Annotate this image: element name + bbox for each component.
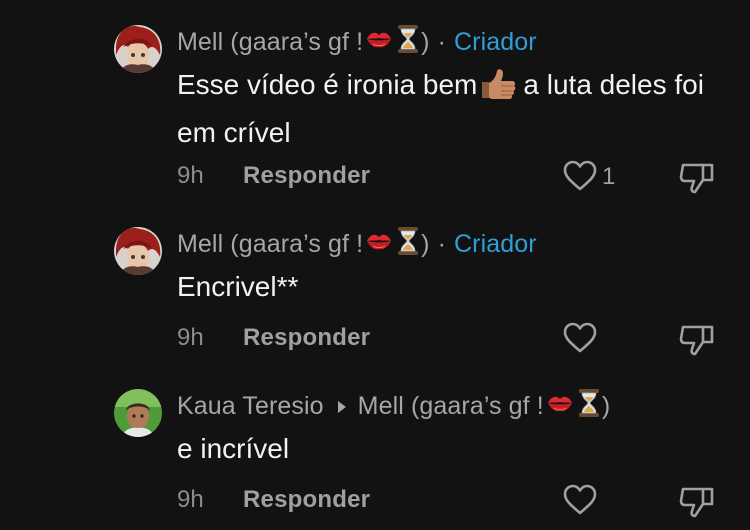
hourglass-icon <box>397 24 419 61</box>
separator-dot: · <box>437 28 447 56</box>
kiss-mark-icon <box>365 27 393 58</box>
reply-button[interactable]: Responder <box>243 162 370 190</box>
comment-text: e incrível <box>177 433 290 464</box>
comment-actions: 9h Responder <box>177 484 717 518</box>
hourglass-icon <box>397 226 419 263</box>
kiss-mark-icon <box>546 391 574 422</box>
dislike-button[interactable] <box>679 484 715 520</box>
dislike-button[interactable] <box>679 322 715 358</box>
avatar[interactable] <box>114 389 162 437</box>
comment-header: Kaua Teresio Mell (gaara’s gf ! ) <box>177 388 610 425</box>
like-button[interactable] <box>562 160 598 192</box>
creator-badge: Criador <box>454 28 537 56</box>
separator-dot: · <box>437 230 447 258</box>
reply-to-arrow-icon <box>337 400 346 413</box>
comment-actions: 9h Responder <box>177 322 717 356</box>
reply-button[interactable]: Responder <box>243 486 370 514</box>
author-name[interactable]: Mell (gaara’s gf ! <box>177 28 363 57</box>
timestamp: 9h <box>177 486 204 513</box>
comment-actions: 9h Responder 1 <box>177 160 717 194</box>
thumbs-down-icon <box>679 487 714 518</box>
timestamp: 9h <box>177 162 204 189</box>
like-button[interactable] <box>562 484 598 516</box>
comment-thread: Mell (gaara’s gf ! ) · Criador Esse víde… <box>0 0 750 530</box>
kiss-mark-icon <box>365 229 393 260</box>
hourglass-icon <box>578 388 600 425</box>
comment-text-part: Esse vídeo é ironia bem <box>177 69 478 100</box>
author-name-suffix: ) <box>421 28 430 56</box>
thumbs-down-icon <box>679 325 714 356</box>
like-button[interactable] <box>562 322 598 354</box>
heart-icon <box>563 160 597 191</box>
author-name-suffix: ) <box>421 230 430 258</box>
comment-header: Mell (gaara’s gf ! ) · Criador <box>177 24 537 61</box>
like-count: 1 <box>602 163 616 190</box>
creator-badge: Criador <box>454 230 537 258</box>
thumbs-up-icon <box>479 68 517 112</box>
comment-text: Esse vídeo é ironia bem a luta deles foi … <box>177 64 737 154</box>
timestamp: 9h <box>177 324 204 351</box>
dislike-button[interactable] <box>679 160 715 196</box>
author-name[interactable]: Kaua Teresio <box>177 392 324 421</box>
comment-text: Encrivel** <box>177 271 299 302</box>
avatar[interactable] <box>114 227 162 275</box>
avatar[interactable] <box>114 25 162 73</box>
heart-icon <box>563 322 597 353</box>
heart-icon <box>563 484 597 515</box>
comment-header: Mell (gaara’s gf ! ) · Criador <box>177 226 537 263</box>
thumbs-down-icon <box>679 163 714 194</box>
reply-to-name-suffix: ) <box>601 392 611 420</box>
reply-to-name[interactable]: Mell (gaara’s gf ! <box>358 392 544 421</box>
reply-button[interactable]: Responder <box>243 324 370 352</box>
author-name[interactable]: Mell (gaara’s gf ! <box>177 230 363 259</box>
